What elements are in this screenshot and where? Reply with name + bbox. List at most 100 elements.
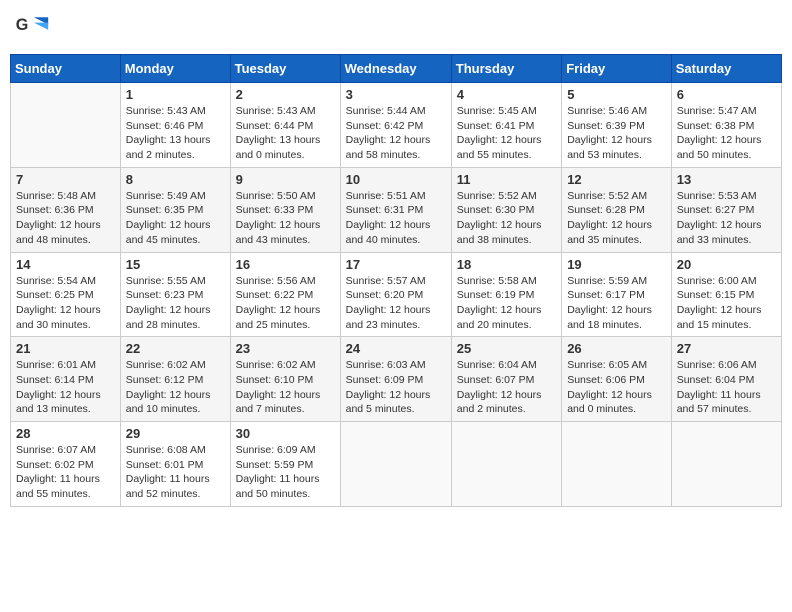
day-number: 9	[236, 172, 335, 187]
day-cell: 2Sunrise: 5:43 AM Sunset: 6:44 PM Daylig…	[230, 83, 340, 168]
col-header-monday: Monday	[120, 55, 230, 83]
day-info: Sunrise: 5:50 AM Sunset: 6:33 PM Dayligh…	[236, 189, 335, 248]
day-cell: 20Sunrise: 6:00 AM Sunset: 6:15 PM Dayli…	[671, 252, 781, 337]
day-info: Sunrise: 5:59 AM Sunset: 6:17 PM Dayligh…	[567, 274, 666, 333]
day-cell	[451, 422, 561, 507]
logo-icon: G	[14, 10, 50, 46]
col-header-tuesday: Tuesday	[230, 55, 340, 83]
day-info: Sunrise: 5:48 AM Sunset: 6:36 PM Dayligh…	[16, 189, 115, 248]
day-info: Sunrise: 6:00 AM Sunset: 6:15 PM Dayligh…	[677, 274, 776, 333]
day-number: 18	[457, 257, 556, 272]
day-number: 17	[346, 257, 446, 272]
day-info: Sunrise: 6:09 AM Sunset: 5:59 PM Dayligh…	[236, 443, 335, 502]
day-cell: 13Sunrise: 5:53 AM Sunset: 6:27 PM Dayli…	[671, 167, 781, 252]
day-number: 27	[677, 341, 776, 356]
day-number: 3	[346, 87, 446, 102]
day-number: 23	[236, 341, 335, 356]
calendar-header-row: SundayMondayTuesdayWednesdayThursdayFrid…	[11, 55, 782, 83]
day-info: Sunrise: 5:58 AM Sunset: 6:19 PM Dayligh…	[457, 274, 556, 333]
day-cell: 29 Sunrise: 6:08 AM Sunset: 6:01 PM Dayli…	[120, 422, 230, 507]
svg-text:G: G	[16, 16, 29, 34]
day-cell	[340, 422, 451, 507]
day-cell: 3 Sunrise: 5:44 AM Sunset: 6:42 PM Daylig…	[340, 83, 451, 168]
day-info: Sunrise: 6:01 AM Sunset: 6:14 PM Dayligh…	[16, 358, 115, 417]
day-info: Sunrise: 6:08 AM Sunset: 6:01 PM Dayligh…	[126, 443, 225, 502]
day-info: Sunrise: 5:51 AM Sunset: 6:31 PM Dayligh…	[346, 189, 446, 248]
day-number: 6	[677, 87, 776, 102]
day-cell: 10 Sunrise: 5:51 AM Sunset: 6:31 PM Dayli…	[340, 167, 451, 252]
day-info: Sunrise: 5:45 AM Sunset: 6:41 PM Dayligh…	[457, 104, 556, 163]
day-cell: 17 Sunrise: 5:57 AM Sunset: 6:20 PM Dayli…	[340, 252, 451, 337]
day-number: 19	[567, 257, 666, 272]
col-header-saturday: Saturday	[671, 55, 781, 83]
day-number: 26	[567, 341, 666, 356]
day-cell: 24 Sunrise: 6:03 AM Sunset: 6:09 PM Dayli…	[340, 337, 451, 422]
logo: G	[14, 10, 52, 46]
col-header-thursday: Thursday	[451, 55, 561, 83]
day-info: Sunrise: 5:49 AM Sunset: 6:35 PM Dayligh…	[126, 189, 225, 248]
day-number: 12	[567, 172, 666, 187]
day-number: 24	[346, 341, 446, 356]
day-info: Sunrise: 5:54 AM Sunset: 6:25 PM Dayligh…	[16, 274, 115, 333]
day-cell	[562, 422, 672, 507]
day-number: 15	[126, 257, 225, 272]
day-cell	[671, 422, 781, 507]
day-cell: 8Sunrise: 5:49 AM Sunset: 6:35 PM Daylig…	[120, 167, 230, 252]
week-row-2: 7 Sunrise: 5:48 AM Sunset: 6:36 PM Daylig…	[11, 167, 782, 252]
col-header-friday: Friday	[562, 55, 672, 83]
day-number: 13	[677, 172, 776, 187]
day-number: 7	[16, 172, 115, 187]
day-cell: 23 Sunrise: 6:02 AM Sunset: 6:10 PM Dayli…	[230, 337, 340, 422]
day-info: Sunrise: 5:44 AM Sunset: 6:42 PM Dayligh…	[346, 104, 446, 163]
day-cell: 16 Sunrise: 5:56 AM Sunset: 6:22 PM Dayli…	[230, 252, 340, 337]
day-number: 25	[457, 341, 556, 356]
day-cell: 1 Sunrise: 5:43 AM Sunset: 6:46 PM Daylig…	[120, 83, 230, 168]
day-info: Sunrise: 5:56 AM Sunset: 6:22 PM Dayligh…	[236, 274, 335, 333]
day-number: 29	[126, 426, 225, 441]
day-info: Sunrise: 5:55 AM Sunset: 6:23 PM Dayligh…	[126, 274, 225, 333]
day-cell: 26 Sunrise: 6:05 AM Sunset: 6:06 PM Dayli…	[562, 337, 672, 422]
day-number: 1	[126, 87, 225, 102]
day-number: 2	[236, 87, 335, 102]
day-cell: 6 Sunrise: 5:47 AM Sunset: 6:38 PM Daylig…	[671, 83, 781, 168]
week-row-5: 28Sunrise: 6:07 AM Sunset: 6:02 PM Dayli…	[11, 422, 782, 507]
day-cell: 11Sunrise: 5:52 AM Sunset: 6:30 PM Dayli…	[451, 167, 561, 252]
week-row-1: 1 Sunrise: 5:43 AM Sunset: 6:46 PM Daylig…	[11, 83, 782, 168]
day-cell: 30 Sunrise: 6:09 AM Sunset: 5:59 PM Dayli…	[230, 422, 340, 507]
day-info: Sunrise: 6:02 AM Sunset: 6:12 PM Dayligh…	[126, 358, 225, 417]
day-cell: 19 Sunrise: 5:59 AM Sunset: 6:17 PM Dayli…	[562, 252, 672, 337]
day-cell: 9 Sunrise: 5:50 AM Sunset: 6:33 PM Daylig…	[230, 167, 340, 252]
day-info: Sunrise: 6:06 AM Sunset: 6:04 PM Dayligh…	[677, 358, 776, 417]
day-number: 4	[457, 87, 556, 102]
day-info: Sunrise: 6:07 AM Sunset: 6:02 PM Dayligh…	[16, 443, 115, 502]
day-number: 30	[236, 426, 335, 441]
day-cell: 14 Sunrise: 5:54 AM Sunset: 6:25 PM Dayli…	[11, 252, 121, 337]
day-info: Sunrise: 6:02 AM Sunset: 6:10 PM Dayligh…	[236, 358, 335, 417]
day-number: 10	[346, 172, 446, 187]
day-number: 22	[126, 341, 225, 356]
day-cell: 7 Sunrise: 5:48 AM Sunset: 6:36 PM Daylig…	[11, 167, 121, 252]
day-info: Sunrise: 5:57 AM Sunset: 6:20 PM Dayligh…	[346, 274, 446, 333]
day-info: Sunrise: 5:47 AM Sunset: 6:38 PM Dayligh…	[677, 104, 776, 163]
day-number: 5	[567, 87, 666, 102]
day-number: 14	[16, 257, 115, 272]
day-cell: 4 Sunrise: 5:45 AM Sunset: 6:41 PM Daylig…	[451, 83, 561, 168]
day-info: Sunrise: 5:43 AM Sunset: 6:46 PM Dayligh…	[126, 104, 225, 163]
day-cell: 5Sunrise: 5:46 AM Sunset: 6:39 PM Daylig…	[562, 83, 672, 168]
day-number: 16	[236, 257, 335, 272]
day-cell: 18 Sunrise: 5:58 AM Sunset: 6:19 PM Dayli…	[451, 252, 561, 337]
day-cell: 25 Sunrise: 6:04 AM Sunset: 6:07 PM Dayli…	[451, 337, 561, 422]
day-cell: 27 Sunrise: 6:06 AM Sunset: 6:04 PM Dayli…	[671, 337, 781, 422]
day-cell: 21 Sunrise: 6:01 AM Sunset: 6:14 PM Dayli…	[11, 337, 121, 422]
col-header-sunday: Sunday	[11, 55, 121, 83]
day-cell: 22 Sunrise: 6:02 AM Sunset: 6:12 PM Dayli…	[120, 337, 230, 422]
day-info: Sunrise: 6:05 AM Sunset: 6:06 PM Dayligh…	[567, 358, 666, 417]
day-cell	[11, 83, 121, 168]
day-number: 21	[16, 341, 115, 356]
day-cell: 15 Sunrise: 5:55 AM Sunset: 6:23 PM Dayli…	[120, 252, 230, 337]
day-number: 11	[457, 172, 556, 187]
day-info: Sunrise: 6:04 AM Sunset: 6:07 PM Dayligh…	[457, 358, 556, 417]
day-info: Sunrise: 5:52 AM Sunset: 6:28 PM Dayligh…	[567, 189, 666, 248]
col-header-wednesday: Wednesday	[340, 55, 451, 83]
day-info: Sunrise: 6:03 AM Sunset: 6:09 PM Dayligh…	[346, 358, 446, 417]
